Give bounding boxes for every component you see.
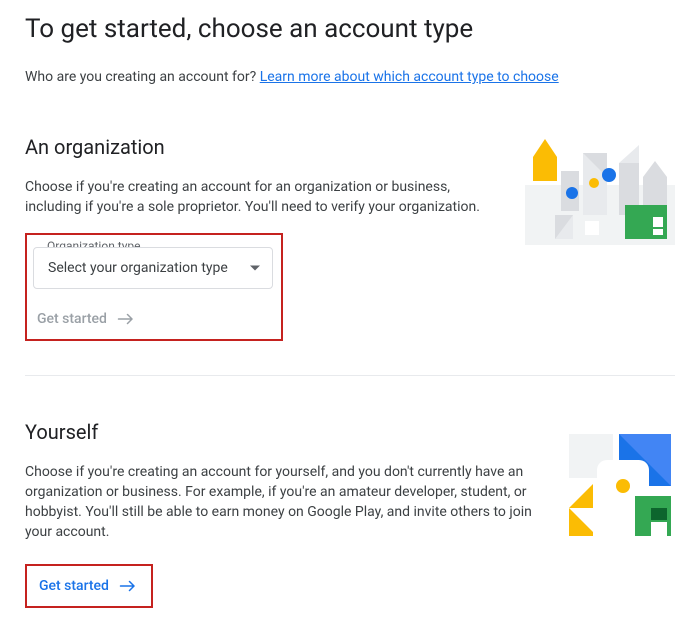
organization-type-select[interactable]: Select your organization type [33, 247, 273, 289]
organization-left: An organization Choose if you're creatin… [25, 135, 495, 341]
arrow-right-icon [119, 579, 137, 593]
yourself-heading: Yourself [25, 420, 535, 444]
yourself-illustration [565, 430, 675, 544]
subtitle-row: Who are you creating an account for? Lea… [25, 69, 675, 85]
organization-type-placeholder: Select your organization type [48, 260, 228, 276]
section-divider [25, 375, 675, 376]
page-title: To get started, choose an account type [25, 14, 675, 44]
organization-highlight-box: Organization type Select your organizati… [25, 233, 283, 341]
yourself-get-started-button[interactable]: Get started [35, 570, 141, 602]
dropdown-arrow-icon [250, 265, 260, 270]
organization-get-started-button: Get started [33, 303, 139, 335]
organization-heading: An organization [25, 135, 495, 159]
section-organization: An organization Choose if you're creatin… [25, 135, 675, 341]
arrow-right-icon [117, 312, 135, 326]
organization-description: Choose if you're creating an account for… [25, 177, 495, 218]
yourself-get-started-label: Get started [39, 578, 109, 594]
section-yourself: Yourself Choose if you're creating an ac… [25, 420, 675, 608]
yourself-description: Choose if you're creating an account for… [25, 462, 535, 543]
yourself-highlight-box: Get started [25, 564, 153, 608]
organization-illustration [525, 135, 675, 249]
yourself-left: Yourself Choose if you're creating an ac… [25, 420, 535, 608]
learn-more-link[interactable]: Learn more about which account type to c… [260, 69, 559, 85]
organization-get-started-label: Get started [37, 311, 107, 327]
organization-type-select-wrap: Organization type Select your organizati… [33, 247, 273, 289]
subtitle-prefix: Who are you creating an account for? [25, 69, 260, 85]
